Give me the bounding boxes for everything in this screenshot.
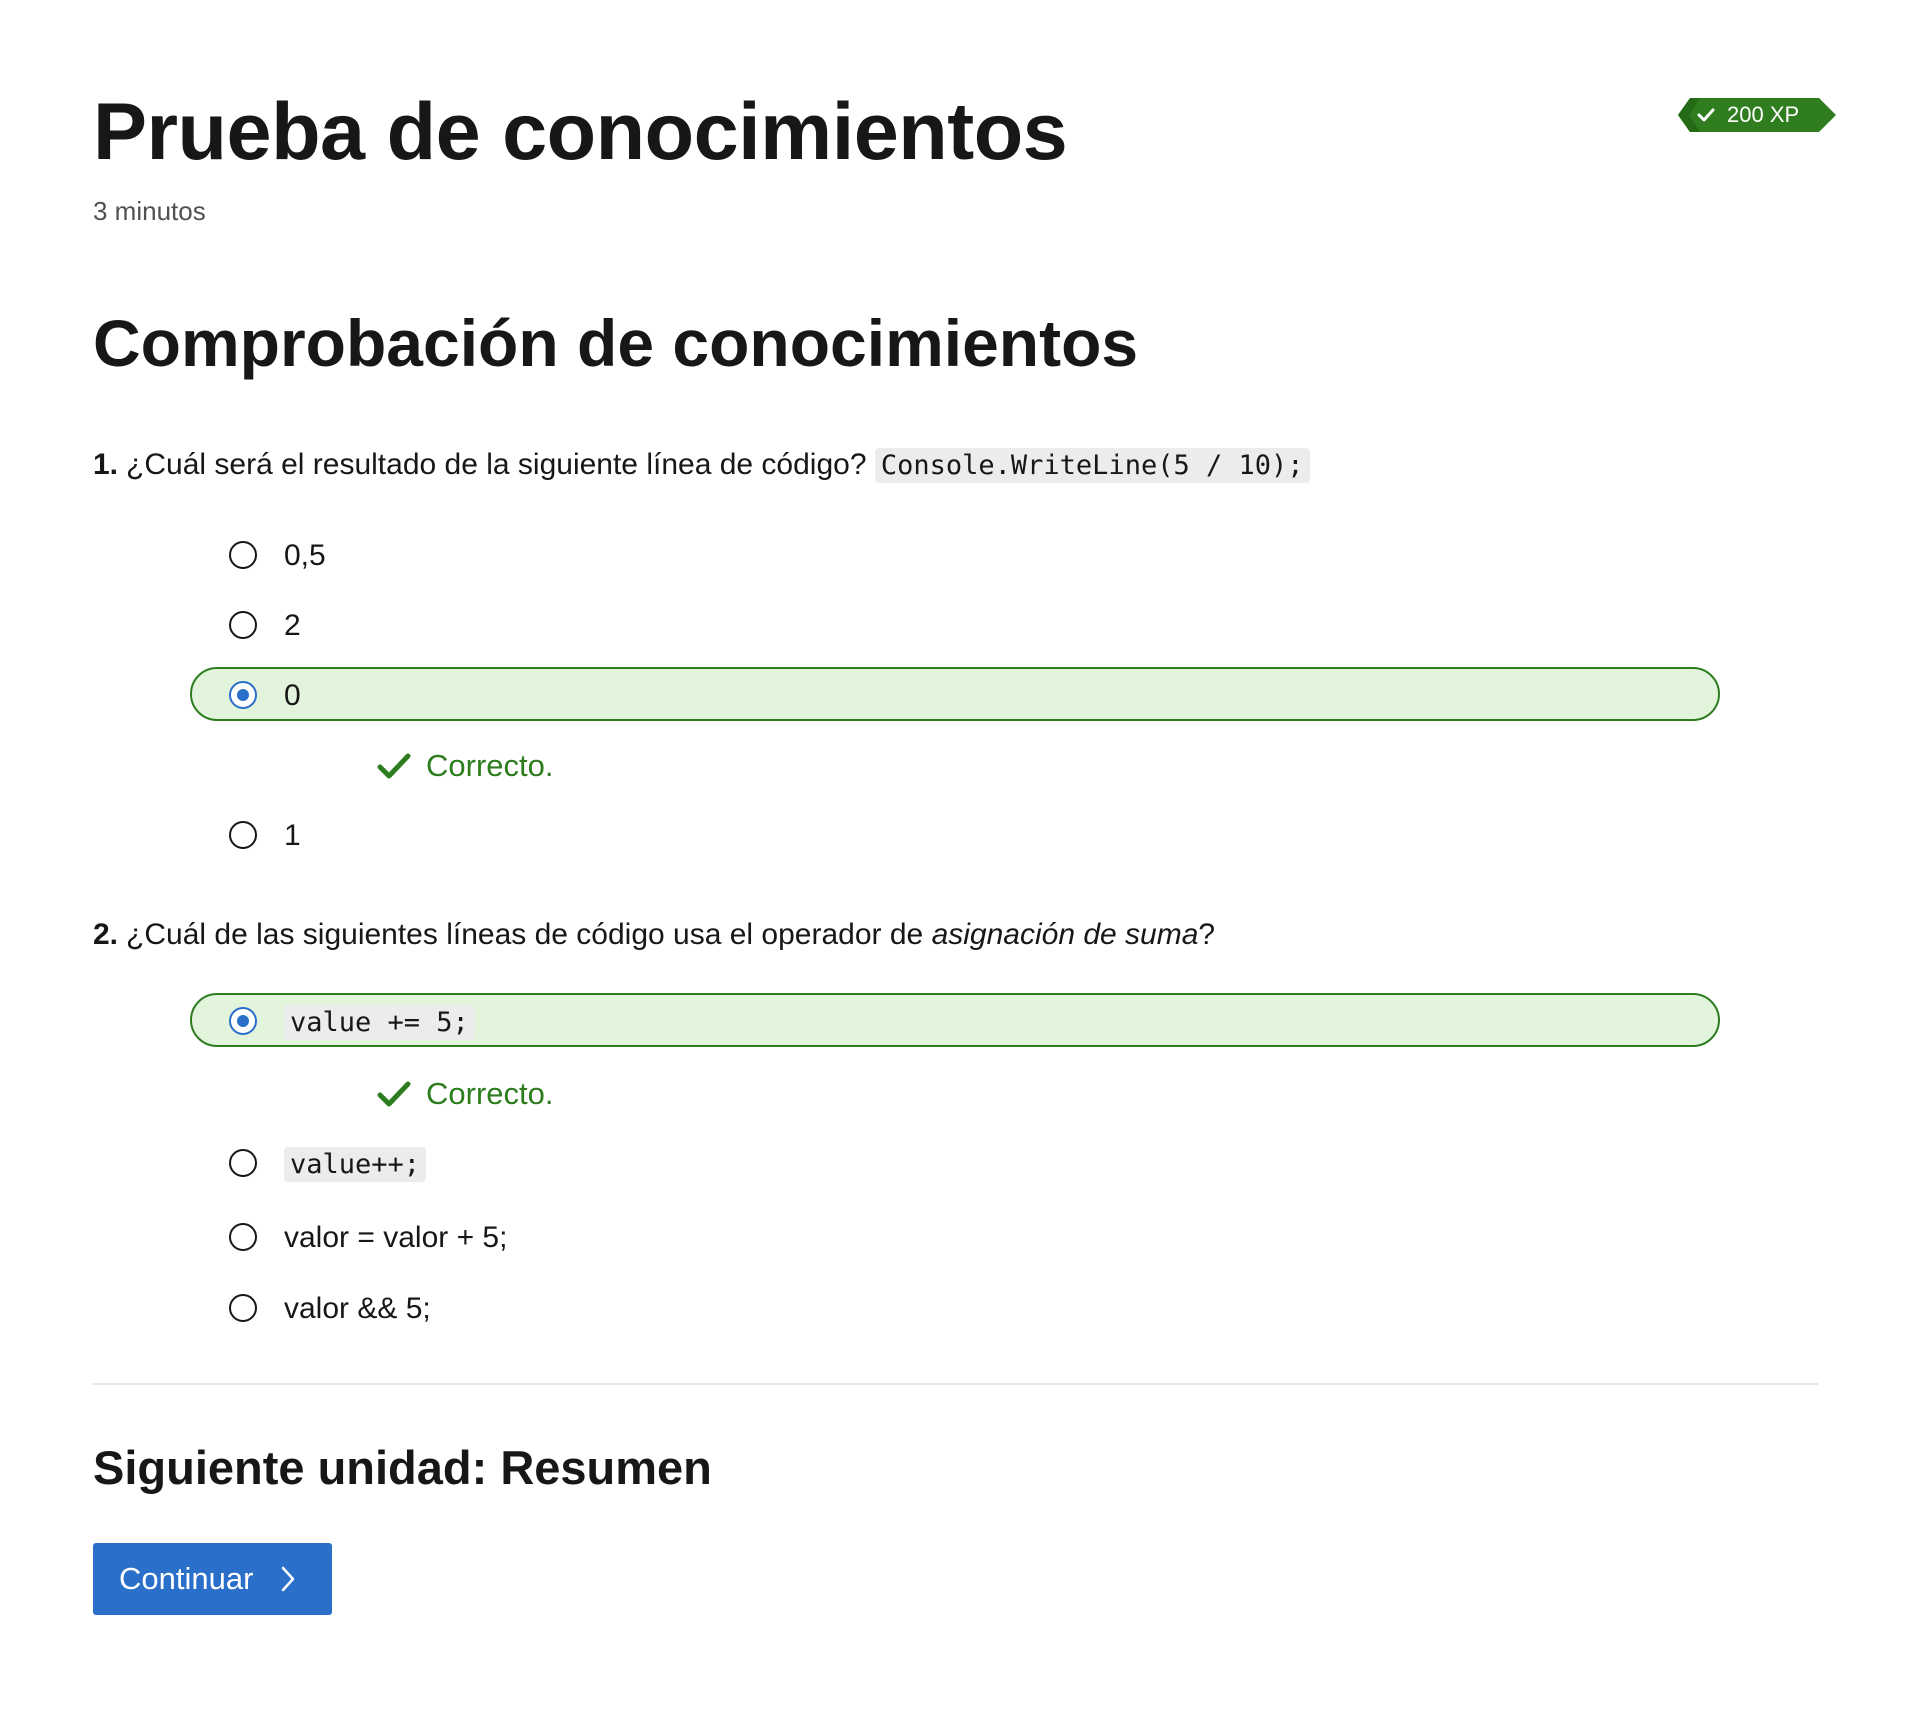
continue-button-label: Continuar <box>119 1561 254 1596</box>
checkmark-icon <box>377 753 411 779</box>
question-2: 2. ¿Cuál de las siguientes líneas de códi… <box>93 915 1215 955</box>
xp-badge: 200 XP <box>1678 98 1838 132</box>
question-text: ¿Cuál de las siguientes líneas de código… <box>126 918 924 951</box>
question-1: 1. ¿Cuál será el resultado de la siguient… <box>93 445 1310 486</box>
radio-button-selected[interactable] <box>229 1007 257 1035</box>
divider <box>93 1383 1818 1385</box>
option-label: 0 <box>284 679 301 712</box>
check-icon <box>1697 108 1715 122</box>
question-number: 2. <box>93 918 119 951</box>
answer-option-q1-3[interactable]: 0 <box>190 667 1720 721</box>
continue-button[interactable]: Continuar <box>93 1543 332 1615</box>
option-label: value++; <box>284 1137 427 1192</box>
radio-button[interactable] <box>229 541 257 569</box>
option-code: value += 5; <box>284 1005 475 1040</box>
option-code: value++; <box>284 1147 427 1182</box>
section-title: Comprobación de conocimientos <box>93 306 1139 380</box>
option-label: valor = valor + 5; <box>284 1221 508 1254</box>
duration-label: 3 minutos <box>93 196 206 226</box>
feedback-text: Correcto. <box>426 1076 554 1111</box>
radio-button[interactable] <box>229 821 257 849</box>
option-label: value += 5; <box>284 995 475 1050</box>
answer-option-q2-2[interactable]: value++; <box>190 1135 1720 1189</box>
checkmark-icon <box>377 1081 411 1107</box>
radio-button-selected[interactable] <box>229 681 257 709</box>
question-text: ¿Cuál será el resultado de la siguiente … <box>126 448 867 481</box>
radio-button[interactable] <box>229 1294 257 1322</box>
radio-button[interactable] <box>229 1149 257 1177</box>
answer-option-q2-3[interactable]: valor = valor + 5; <box>190 1209 1720 1263</box>
question-code: Console.WriteLine(5 / 10); <box>874 448 1310 483</box>
answer-option-q1-1[interactable]: 0,5 <box>190 527 1720 581</box>
answer-option-q2-1[interactable]: value += 5; <box>190 993 1720 1047</box>
option-label: valor && 5; <box>284 1292 431 1325</box>
radio-button[interactable] <box>229 1223 257 1251</box>
radio-button[interactable] <box>229 611 257 639</box>
xp-badge-label: 200 XP <box>1727 102 1800 127</box>
question-text-end: ? <box>1198 918 1216 951</box>
next-unit-title: Siguiente unidad: Resumen <box>93 1441 712 1494</box>
answer-option-q1-4[interactable]: 1 <box>190 807 1720 861</box>
answer-option-q1-2[interactable]: 2 <box>190 597 1720 651</box>
chevron-right-icon <box>281 1566 295 1592</box>
answer-option-q2-4[interactable]: valor && 5; <box>190 1280 1720 1334</box>
option-label: 1 <box>284 819 301 852</box>
question-emphasis: asignación de suma <box>931 918 1199 951</box>
option-label: 2 <box>284 609 301 642</box>
feedback-text: Correcto. <box>426 748 554 783</box>
page-title: Prueba de conocimientos <box>93 87 1068 177</box>
option-label: 0,5 <box>284 539 326 572</box>
question-number: 1. <box>93 448 119 481</box>
